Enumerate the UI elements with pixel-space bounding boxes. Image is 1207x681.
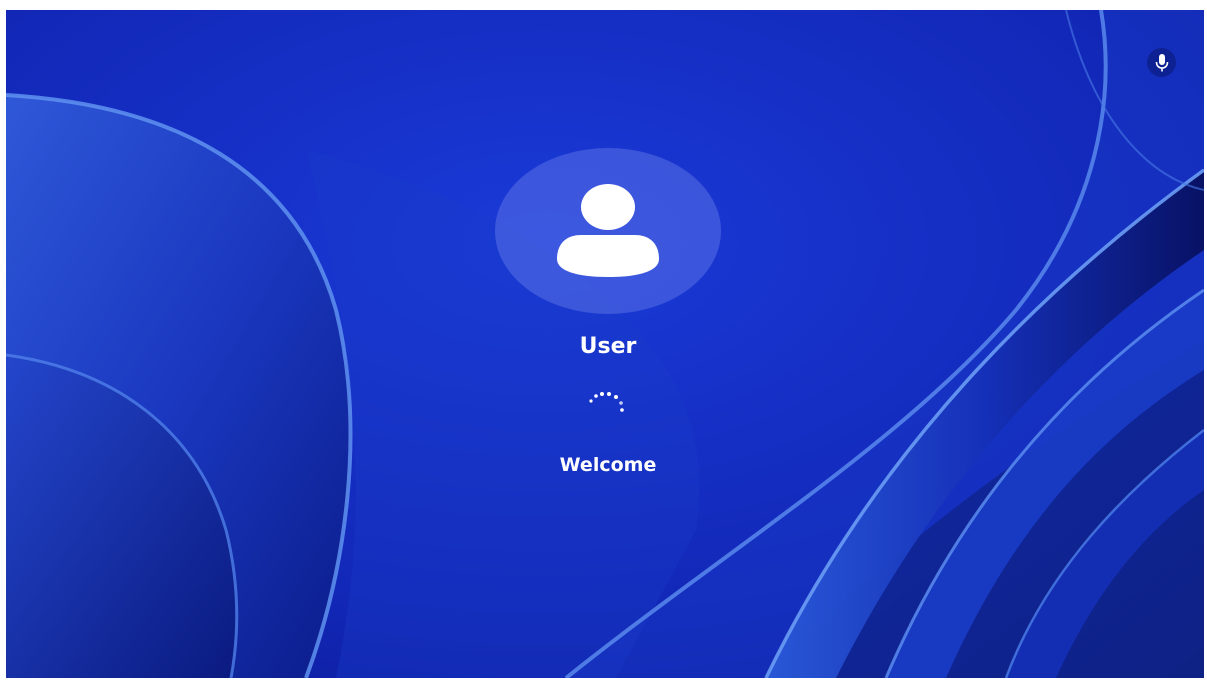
dots-spinner-icon <box>589 392 624 412</box>
user-name: User <box>579 334 637 359</box>
voice-access-button[interactable] <box>1147 48 1176 77</box>
microphone-icon <box>1155 53 1168 71</box>
status-message: Welcome <box>559 454 657 476</box>
login-screen: User Welcome <box>6 10 1204 678</box>
person-icon <box>557 184 659 277</box>
user-avatar <box>495 148 721 314</box>
